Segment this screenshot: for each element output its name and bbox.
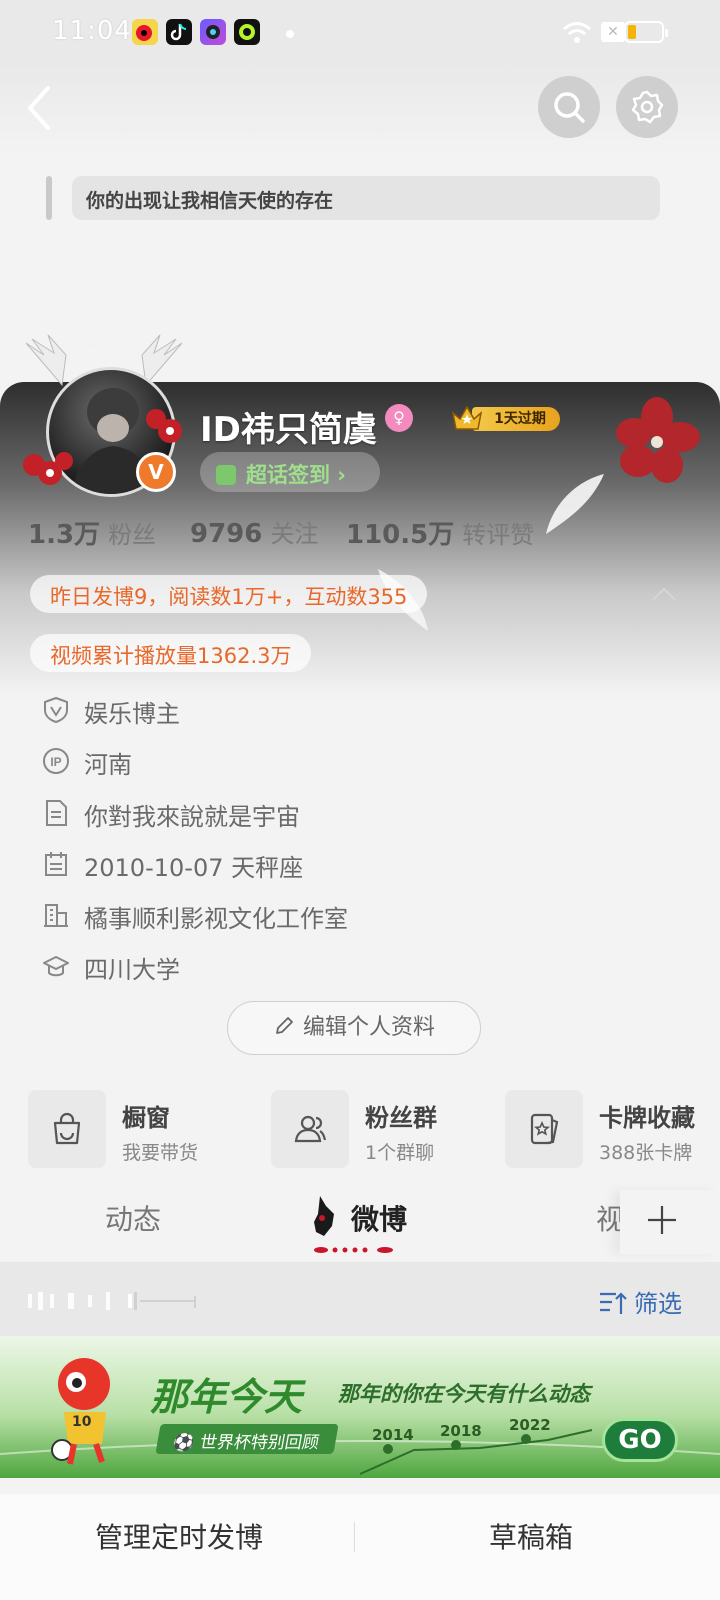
weibo-mascot-icon — [51, 1358, 110, 1465]
tool-title: 粉丝群 — [365, 1104, 437, 1132]
flower-decoration-icon — [146, 409, 182, 443]
drafts-button[interactable]: 草稿箱 — [489, 1516, 573, 1556]
filter-row: 筛选 — [0, 1262, 720, 1336]
edit-profile-button[interactable]: 编辑个人资料 — [227, 1001, 481, 1055]
document-icon — [46, 800, 67, 826]
search-button[interactable] — [538, 76, 600, 138]
profile-header — [0, 64, 720, 154]
blurred-text-placeholder — [28, 1292, 196, 1310]
gear-icon — [631, 90, 664, 124]
on-this-day-banner[interactable]: 10 那年今天 那年的你在今天有什么动态 ⚽ 世界杯特别回顾 2014 2018… — [0, 1336, 720, 1478]
scheduled-posts-button[interactable]: 管理定时发博 — [95, 1516, 263, 1556]
flower-decoration-icon — [616, 397, 700, 483]
verified-badge: V — [136, 452, 176, 492]
following-count: 9796 — [190, 519, 263, 549]
tool-fan-group[interactable]: 粉丝群 1个群聊 — [271, 1090, 491, 1168]
vip-expiry: 1天过期 — [472, 407, 560, 431]
shopping-bag-icon — [53, 1112, 81, 1145]
edit-profile-label: 编辑个人资料 — [302, 1015, 435, 1040]
settings-button[interactable] — [616, 76, 678, 138]
followers-stat[interactable]: 1.3万 粉丝 — [28, 514, 156, 551]
status-time: 11:04 — [52, 16, 132, 46]
yesterday-summary[interactable]: 昨日发博9，阅读数1万+，互动数355 — [30, 575, 428, 613]
building-icon — [44, 904, 68, 927]
wifi-icon — [563, 22, 591, 43]
info-text: 娱乐博主 — [84, 700, 180, 728]
followers-count: 1.3万 — [28, 520, 101, 550]
filter-icon — [600, 1292, 627, 1314]
no-sim-icon: ✕ — [601, 22, 625, 42]
card-icon — [530, 1113, 559, 1145]
tool-subtitle: 1个群聊 — [365, 1142, 435, 1164]
banner-title: 那年今天 — [150, 1375, 303, 1419]
banner-tag-label: 世界杯特别回顾 — [198, 1433, 321, 1453]
followers-label: 粉丝 — [108, 521, 157, 549]
filter-label: 筛选 — [634, 1290, 682, 1318]
likes-count: 110.5万 — [346, 520, 455, 550]
following-label: 关注 — [270, 520, 319, 548]
green-app-icon — [234, 19, 260, 45]
username: ID祎只简虞 — [200, 410, 377, 450]
chevron-left-icon[interactable] — [20, 82, 60, 132]
shield-v-icon — [44, 696, 68, 724]
mascot-jersey-number: 10 — [72, 1414, 92, 1430]
bottom-action-bar: 管理定时发博 草稿箱 — [0, 1494, 720, 1600]
flower-decoration-icon — [23, 452, 73, 485]
battery-level — [628, 25, 636, 39]
status-bar: 11:04 ✕ — [0, 0, 720, 64]
plus-icon — [648, 1206, 676, 1234]
tab-feed[interactable]: 动态 — [105, 1198, 161, 1238]
search-icon — [554, 92, 585, 123]
tab-weibo[interactable]: 微博 — [351, 1198, 407, 1238]
info-text: 河南 — [84, 751, 132, 779]
tool-subtitle: 我要带货 — [122, 1142, 199, 1164]
signature-quote-bar — [46, 176, 52, 220]
info-text: 橘事顺利影视文化工作室 — [84, 905, 348, 933]
info-text: 你對我來說就是宇宙 — [84, 803, 300, 831]
graduation-cap-icon — [43, 956, 69, 977]
chevron-up-icon[interactable] — [651, 586, 677, 602]
tiktok-icon — [166, 19, 192, 45]
following-stat[interactable]: 9796 关注 — [190, 514, 318, 549]
crown-icon — [451, 405, 483, 430]
tool-title: 橱窗 — [122, 1104, 170, 1132]
filter-button[interactable]: 筛选 — [598, 1284, 682, 1319]
video-plays-summary[interactable]: 视频累计播放量1362.3万 — [30, 634, 312, 672]
banner-tag: ⚽ 世界杯特别回顾 — [155, 1424, 339, 1454]
banner-year: 2022 — [509, 1416, 551, 1434]
likes-stat[interactable]: 110.5万 转评赞 — [346, 514, 534, 551]
female-icon: ♀ — [385, 404, 413, 432]
tool-subtitle: 388张卡牌 — [599, 1142, 693, 1164]
active-tab-indicator — [314, 1247, 393, 1253]
vip-badge[interactable]: 1天过期 — [450, 403, 562, 433]
pencil-icon — [276, 1017, 293, 1034]
info-text: 2010-10-07 天秤座 — [84, 854, 304, 882]
ip-icon: IP — [43, 748, 69, 774]
battery-icon — [624, 21, 668, 43]
feather-decoration-icon — [546, 474, 604, 534]
banner-go-button[interactable]: GO — [602, 1418, 678, 1462]
notification-dot — [286, 30, 294, 38]
calendar-icon — [45, 852, 67, 876]
banner-year: 2018 — [440, 1422, 482, 1440]
profile-signature: 你的出现让我相信天使的存在 — [72, 176, 660, 220]
checkin-icon — [216, 465, 236, 485]
banner-year: 2014 — [372, 1426, 414, 1444]
camera-app-icon — [200, 19, 226, 45]
weibo-icon — [132, 19, 158, 45]
tool-card-collection[interactable]: 卡牌收藏 388张卡牌 — [505, 1090, 720, 1168]
weibo-mascot-icon — [314, 1196, 334, 1236]
likes-label: 转评赞 — [462, 521, 535, 549]
svg-text:IP: IP — [50, 755, 61, 769]
divider — [354, 1522, 355, 1552]
add-tab-button[interactable] — [620, 1190, 720, 1254]
tool-title: 卡牌收藏 — [599, 1104, 695, 1132]
supertopic-checkin-button[interactable]: 超话签到 › — [200, 452, 380, 492]
info-text: 四川大学 — [84, 956, 180, 984]
banner-subtitle: 那年的你在今天有什么动态 — [338, 1382, 590, 1406]
fan-group-icon — [294, 1115, 327, 1143]
tool-shop-window[interactable]: 橱窗 我要带货 — [28, 1090, 248, 1168]
supertopic-checkin-label: 超话签到 › — [246, 463, 346, 487]
